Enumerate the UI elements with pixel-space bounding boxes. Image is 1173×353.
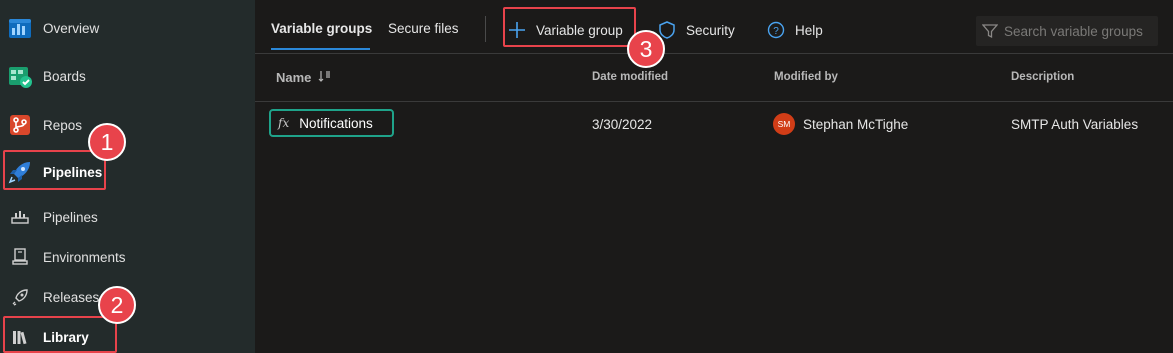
column-header-date[interactable]: Date modified bbox=[592, 71, 668, 83]
table-row[interactable]: fx Notifications 3/30/2022 SM Stephan Mc… bbox=[255, 103, 1173, 145]
column-header-name[interactable]: Name bbox=[276, 70, 332, 85]
avatar: SM bbox=[773, 113, 795, 135]
sidebar-item-repos[interactable]: Repos bbox=[0, 105, 255, 145]
sidebar-item-label: Releases bbox=[43, 289, 100, 305]
sidebar-item-environments[interactable]: Environments bbox=[0, 237, 255, 277]
date-modified: 3/30/2022 bbox=[592, 117, 653, 132]
overview-icon bbox=[8, 16, 32, 40]
highlight-library bbox=[3, 316, 117, 353]
variable-group-name-cell[interactable]: fx Notifications bbox=[269, 109, 394, 137]
tab-variable-groups[interactable]: Variable groups bbox=[271, 21, 372, 36]
sort-icon[interactable] bbox=[318, 70, 332, 82]
highlight-pipelines bbox=[3, 150, 106, 190]
step-badge-2: 2 bbox=[98, 286, 136, 324]
main-content: Variable groups Secure files Variable gr… bbox=[255, 0, 1173, 353]
column-header-name-label: Name bbox=[276, 70, 312, 85]
tab-secure-files[interactable]: Secure files bbox=[388, 21, 459, 36]
modified-by-name: Stephan McTighe bbox=[803, 117, 909, 132]
column-header-description[interactable]: Description bbox=[1011, 71, 1074, 83]
toolbar-divider bbox=[485, 16, 486, 42]
sidebar-item-boards[interactable]: Boards bbox=[0, 56, 255, 96]
sidebar-item-label: Repos bbox=[43, 117, 83, 133]
column-header-modified-by[interactable]: Modified by bbox=[774, 71, 838, 83]
table-header: Name Date modified Modified by Descripti… bbox=[255, 55, 1173, 102]
sidebar-item-pipelines-sub[interactable]: Pipelines bbox=[0, 197, 255, 237]
highlight-variable-group bbox=[503, 7, 636, 47]
fx-icon: fx bbox=[278, 116, 290, 130]
boards-icon bbox=[8, 64, 32, 88]
active-tab-indicator bbox=[271, 48, 370, 50]
toolbar: Variable groups Secure files Variable gr… bbox=[255, 0, 1173, 54]
sidebar-item-label: Boards bbox=[43, 68, 86, 84]
step-badge-1: 1 bbox=[88, 123, 126, 161]
security-label: Security bbox=[686, 22, 735, 38]
step-badge-3: 3 bbox=[627, 30, 665, 68]
sidebar-item-label: Pipelines bbox=[43, 209, 98, 225]
search-box[interactable] bbox=[976, 16, 1158, 46]
svg-text:?: ? bbox=[773, 26, 779, 37]
sidebar-item-overview[interactable]: Overview bbox=[0, 8, 255, 48]
search-input[interactable] bbox=[1004, 23, 1154, 39]
environment-icon bbox=[11, 248, 29, 266]
sidebar-item-label: Environments bbox=[43, 249, 126, 265]
rocket-icon bbox=[11, 288, 29, 306]
help-button[interactable]: ? Help bbox=[767, 18, 823, 42]
description: SMTP Auth Variables bbox=[1011, 117, 1139, 132]
help-icon: ? bbox=[767, 21, 785, 39]
repos-icon bbox=[8, 113, 32, 137]
sidebar-item-label: Overview bbox=[43, 20, 100, 36]
filter-icon bbox=[982, 24, 998, 39]
security-button[interactable]: Security bbox=[658, 18, 735, 42]
pipeline-icon bbox=[11, 208, 29, 226]
help-label: Help bbox=[795, 22, 823, 38]
variable-group-name[interactable]: Notifications bbox=[299, 116, 373, 131]
